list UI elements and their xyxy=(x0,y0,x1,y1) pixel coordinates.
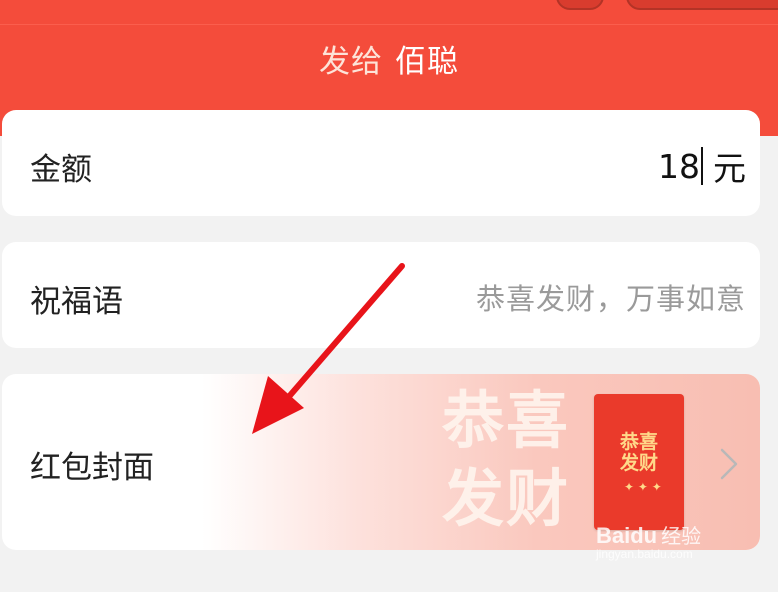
cover-label: 红包封面 xyxy=(30,450,154,486)
watermark-url: jingyan.baidu.com xyxy=(596,547,693,561)
chevron-right-icon[interactable] xyxy=(714,444,744,484)
amount-value: 18 xyxy=(658,146,700,186)
cover-thumbnail-text: 恭喜 发财 xyxy=(619,431,658,474)
cover-preview-text: 恭喜 发财 xyxy=(442,384,571,535)
greeting-label: 祝福语 xyxy=(30,284,123,320)
greeting-input[interactable]: 恭喜发财，万事如意 xyxy=(476,276,746,318)
baidu-watermark: Baidu 经验 jingyan.baidu.com xyxy=(596,520,701,561)
send-to-prefix: 发给 xyxy=(319,44,383,80)
watermark-brand: Baidu xyxy=(596,523,658,548)
header-button-right[interactable] xyxy=(626,0,778,10)
recipient-name: 佰聪 xyxy=(395,44,459,80)
amount-row[interactable]: 金额 18 元 xyxy=(2,110,760,216)
watermark-cn: 经验 xyxy=(661,524,702,548)
text-cursor xyxy=(701,147,703,185)
header-divider xyxy=(0,24,778,25)
red-packet-page: 发给 佰聪 金额 18 元 祝福语 恭喜发财，万事如意 红包封面 恭喜 发财 恭喜 发财… xyxy=(0,0,778,592)
cover-thumbnail[interactable]: 恭喜 发财 ✦ ✦ ✦ xyxy=(594,394,684,530)
amount-unit: 元 xyxy=(713,149,746,188)
cover-thumbnail-ornament: ✦ ✦ ✦ xyxy=(624,480,662,494)
header-button-left[interactable] xyxy=(556,0,604,10)
greeting-row[interactable]: 祝福语 恭喜发财，万事如意 xyxy=(2,242,760,348)
send-to-title: 发给 佰聪 xyxy=(0,36,778,81)
amount-label: 金额 xyxy=(30,152,92,188)
amount-input[interactable]: 18 元 xyxy=(658,142,746,190)
